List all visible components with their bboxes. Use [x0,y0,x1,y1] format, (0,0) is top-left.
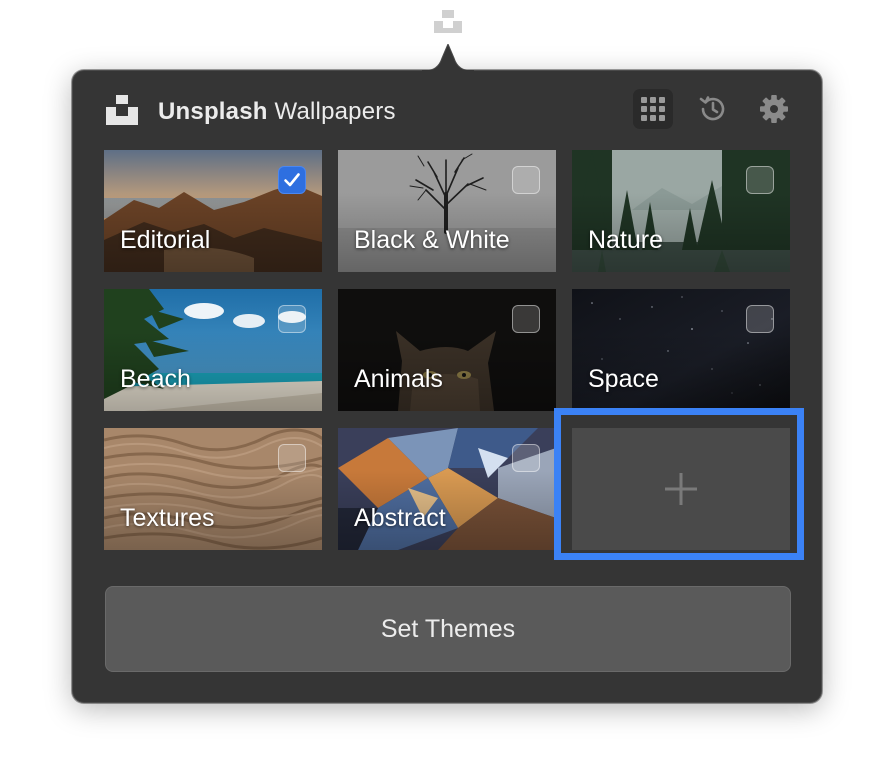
theme-tile-textures[interactable]: Textures [104,428,322,550]
theme-tile-black-white[interactable]: Black & White [338,150,556,272]
theme-label: Space [588,365,659,393]
set-themes-label: Set Themes [380,614,516,643]
history-icon [699,96,725,121]
app-title: Unsplash Wallpapers [158,98,396,126]
app-title-bold: Unsplash [158,98,268,125]
menubar-unsplash-icon[interactable] [432,6,464,38]
popover-arrow [422,44,474,72]
plus-icon [665,473,697,505]
unsplash-logo-icon [106,95,138,125]
theme-tile-animals[interactable]: Animals [338,289,556,411]
theme-checkbox[interactable] [278,305,306,333]
theme-checkbox[interactable] [278,166,306,194]
theme-tile-editorial[interactable]: Editorial [104,150,322,272]
theme-checkbox[interactable] [746,166,774,194]
gear-icon [760,95,788,123]
theme-label: Textures [120,504,215,532]
theme-label: Beach [120,365,191,393]
add-theme-tile[interactable] [572,428,790,550]
theme-checkbox[interactable] [746,305,774,333]
theme-tile-beach[interactable]: Beach [104,289,322,411]
app-title-rest: Wallpapers [267,98,396,125]
theme-checkbox[interactable] [278,444,306,472]
theme-checkbox[interactable] [512,305,540,333]
theme-label: Animals [354,365,443,393]
set-themes-button[interactable]: Set Themes [105,586,791,672]
grid-view-button[interactable] [633,89,673,129]
theme-label: Abstract [354,504,446,532]
theme-label: Black & White [354,226,510,254]
theme-tile-nature[interactable]: Nature [572,150,790,272]
settings-button[interactable] [754,89,794,129]
history-button[interactable] [693,89,733,129]
theme-checkbox[interactable] [512,166,540,194]
popover-panel: Unsplash Wallpapers Editorial Black & Wh… [72,70,822,703]
grid-icon [641,97,665,121]
theme-tile-abstract[interactable]: Abstract [338,428,556,550]
theme-label: Editorial [120,226,211,254]
theme-label: Nature [588,226,664,254]
theme-tile-space[interactable]: Space [572,289,790,411]
theme-checkbox[interactable] [512,444,540,472]
checkmark-icon [284,173,300,187]
